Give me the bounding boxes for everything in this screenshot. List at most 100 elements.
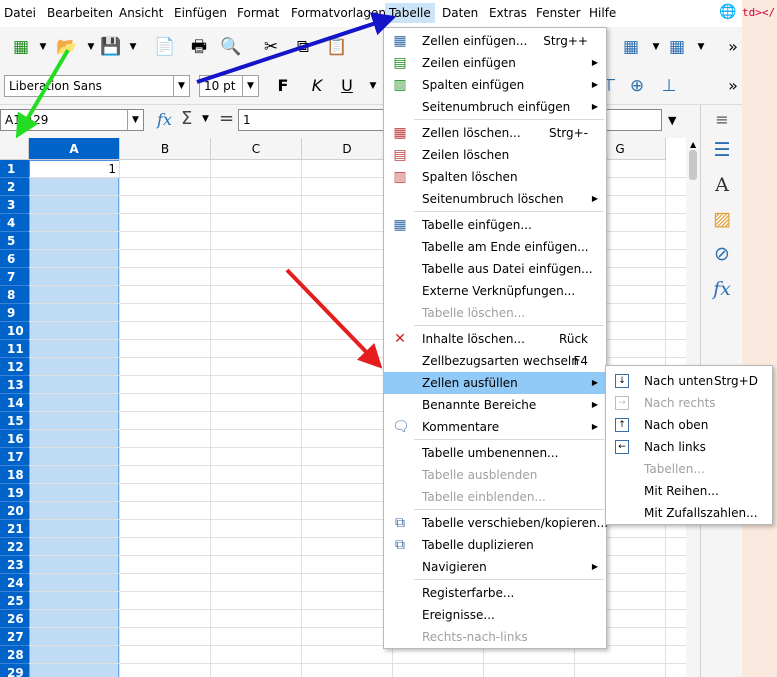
expand-formula-icon[interactable]: ▼ bbox=[668, 114, 676, 127]
gallery-icon[interactable]: ▨ bbox=[710, 207, 734, 231]
column-header-d[interactable]: D bbox=[302, 138, 393, 160]
sum-icon[interactable]: Σ bbox=[181, 108, 192, 129]
menu-item-externe-verknüpfungen[interactable]: Externe Verknüpfungen... bbox=[384, 280, 606, 302]
menu-item-kommentare[interactable]: 🗨 Kommentare ▶ bbox=[384, 416, 606, 438]
row-header-2[interactable]: 2 bbox=[0, 178, 29, 196]
chevron-down-icon[interactable]: ▼ bbox=[30, 35, 56, 59]
row-header-16[interactable]: 16 bbox=[0, 430, 29, 448]
row-header-28[interactable]: 28 bbox=[0, 646, 29, 664]
menu-item-registerfarbe[interactable]: Registerfarbe... bbox=[384, 582, 606, 604]
row-header-6[interactable]: 6 bbox=[0, 250, 29, 268]
row-header-5[interactable]: 5 bbox=[0, 232, 29, 250]
font-name-combo[interactable]: Liberation Sans ▼ bbox=[4, 75, 190, 97]
chevron-down-icon[interactable]: ▼ bbox=[120, 35, 146, 59]
align-center-vertical-icon[interactable]: ⊕ bbox=[624, 74, 650, 98]
menu-fenster[interactable]: Fenster bbox=[536, 6, 581, 20]
row-header-27[interactable]: 27 bbox=[0, 628, 29, 646]
print-icon[interactable]: 🖶 bbox=[186, 35, 212, 59]
row-header-10[interactable]: 10 bbox=[0, 322, 29, 340]
menu-item-zeilen-löschen[interactable]: ▤ Zeilen löschen bbox=[384, 144, 606, 166]
chevron-down-icon[interactable]: ▼ bbox=[242, 76, 258, 96]
align-bottom-icon[interactable]: ⊥ bbox=[656, 74, 682, 98]
menu-format[interactable]: Format bbox=[237, 6, 279, 20]
table-grid-icon[interactable]: ▦ bbox=[664, 35, 690, 59]
submenu-item-nach-oben[interactable]: ↑ Nach oben bbox=[606, 414, 772, 436]
submenu-item-mit-reihen[interactable]: Mit Reihen... bbox=[606, 480, 772, 502]
properties-icon[interactable]: ☰ bbox=[710, 138, 734, 162]
submenu-item-nach-unten[interactable]: ↓ Nach unten Strg+D bbox=[606, 370, 772, 392]
row-header-21[interactable]: 21 bbox=[0, 520, 29, 538]
menu-hilfe[interactable]: Hilfe bbox=[589, 6, 616, 20]
row-header-1[interactable]: 1 bbox=[0, 160, 29, 178]
row-header-23[interactable]: 23 bbox=[0, 556, 29, 574]
sidebar-menu-icon[interactable]: ≡ bbox=[710, 108, 734, 132]
row-header-19[interactable]: 19 bbox=[0, 484, 29, 502]
row-header-8[interactable]: 8 bbox=[0, 286, 29, 304]
row-header-24[interactable]: 24 bbox=[0, 574, 29, 592]
column-header-a[interactable]: A bbox=[29, 138, 120, 160]
menu-extras[interactable]: Extras bbox=[489, 6, 527, 20]
menu-item-spalten-löschen[interactable]: ▥ Spalten löschen bbox=[384, 166, 606, 188]
column-header-b[interactable]: B bbox=[120, 138, 211, 160]
table-borders-icon[interactable]: ▦ bbox=[618, 35, 644, 59]
menu-ansicht[interactable]: Ansicht bbox=[119, 6, 163, 20]
menu-item-tabelle-umbenennen[interactable]: Tabelle umbenennen... bbox=[384, 442, 606, 464]
row-header-22[interactable]: 22 bbox=[0, 538, 29, 556]
globe-icon[interactable]: 🌐 bbox=[719, 4, 736, 20]
row-header-14[interactable]: 14 bbox=[0, 394, 29, 412]
row-header-18[interactable]: 18 bbox=[0, 466, 29, 484]
submenu-item-mit-zufallszahlen[interactable]: Mit Zufallszahlen... bbox=[606, 502, 772, 524]
underline-button[interactable]: U bbox=[334, 74, 360, 98]
more-options-icon[interactable]: » bbox=[720, 74, 746, 98]
chevron-down-icon[interactable]: ▼ bbox=[202, 114, 209, 124]
menu-formatvorlagen[interactable]: Formatvorlagen bbox=[291, 6, 386, 20]
row-header-15[interactable]: 15 bbox=[0, 412, 29, 430]
menu-item-zeilen-einfügen[interactable]: ▤ Zeilen einfügen ▶ bbox=[384, 52, 606, 74]
menu-tabelle[interactable]: Tabelle bbox=[385, 3, 435, 23]
menu-datei[interactable]: Datei bbox=[4, 6, 36, 20]
row-header-7[interactable]: 7 bbox=[0, 268, 29, 286]
menu-item-zellen-einfügen[interactable]: ▦ Zellen einfügen... Strg++ bbox=[384, 30, 606, 52]
submenu-item-nach-links[interactable]: ← Nach links bbox=[606, 436, 772, 458]
menu-item-tabelle-verschieben-kopieren[interactable]: ⧉ Tabelle verschieben/kopieren... bbox=[384, 512, 608, 534]
more-options-icon[interactable]: » bbox=[720, 35, 746, 59]
italic-button[interactable]: K bbox=[304, 74, 330, 98]
font-size-combo[interactable]: 10 pt ▼ bbox=[199, 75, 259, 97]
formula-icon[interactable]: = bbox=[219, 108, 234, 129]
row-header-12[interactable]: 12 bbox=[0, 358, 29, 376]
name-box[interactable]: A1:A29 ▼ bbox=[0, 109, 144, 131]
chevron-down-icon[interactable]: ▼ bbox=[173, 76, 189, 96]
row-header-9[interactable]: 9 bbox=[0, 304, 29, 322]
chevron-down-icon[interactable]: ▼ bbox=[127, 110, 143, 130]
menu-item-zellen-löschen[interactable]: ▦ Zellen löschen... Strg+- bbox=[384, 122, 606, 144]
menu-item-spalten-einfügen[interactable]: ▥ Spalten einfügen ▶ bbox=[384, 74, 606, 96]
menu-daten[interactable]: Daten bbox=[442, 6, 478, 20]
menu-item-seitenumbruch-einfügen[interactable]: Seitenumbruch einfügen ▶ bbox=[384, 96, 606, 118]
cell-a1[interactable]: 1 bbox=[29, 160, 120, 178]
menu-item-zellen-ausfüllen[interactable]: Zellen ausfüllen ▶ bbox=[384, 372, 606, 394]
open-folder-icon[interactable]: 📂 bbox=[54, 35, 80, 59]
menu-item-tabelle-aus-datei-einfügen[interactable]: Tabelle aus Datei einfügen... bbox=[384, 258, 606, 280]
menu-item-benannte-bereiche[interactable]: Benannte Bereiche ▶ bbox=[384, 394, 606, 416]
row-header-20[interactable]: 20 bbox=[0, 502, 29, 520]
menu-item-inhalte-löschen[interactable]: ✕ Inhalte löschen... Rück bbox=[384, 328, 606, 350]
row-header-29[interactable]: 29 bbox=[0, 664, 29, 677]
cut-icon[interactable]: ✂ bbox=[258, 35, 284, 59]
menu-item-tabelle-am-ende-einfügen[interactable]: Tabelle am Ende einfügen... bbox=[384, 236, 606, 258]
print-preview-icon[interactable]: 🔍 bbox=[218, 35, 244, 59]
export-pdf-icon[interactable]: 📄 bbox=[152, 35, 178, 59]
functions-icon[interactable]: fx bbox=[710, 277, 734, 301]
navigator-icon[interactable]: ⊘ bbox=[710, 242, 734, 266]
row-header-11[interactable]: 11 bbox=[0, 340, 29, 358]
row-header-3[interactable]: 3 bbox=[0, 196, 29, 214]
chevron-down-icon[interactable]: ▼ bbox=[688, 35, 714, 59]
row-header-25[interactable]: 25 bbox=[0, 592, 29, 610]
function-wizard-icon[interactable]: fx bbox=[157, 110, 172, 129]
menu-bearbeiten[interactable]: Bearbeiten bbox=[47, 6, 113, 20]
menu-item-seitenumbruch-löschen[interactable]: Seitenumbruch löschen ▶ bbox=[384, 188, 606, 210]
row-header-17[interactable]: 17 bbox=[0, 448, 29, 466]
row-header-26[interactable]: 26 bbox=[0, 610, 29, 628]
styles-icon[interactable]: A bbox=[710, 173, 734, 197]
copy-icon[interactable]: ⧉ bbox=[290, 35, 316, 59]
bold-button[interactable]: F bbox=[270, 74, 296, 98]
